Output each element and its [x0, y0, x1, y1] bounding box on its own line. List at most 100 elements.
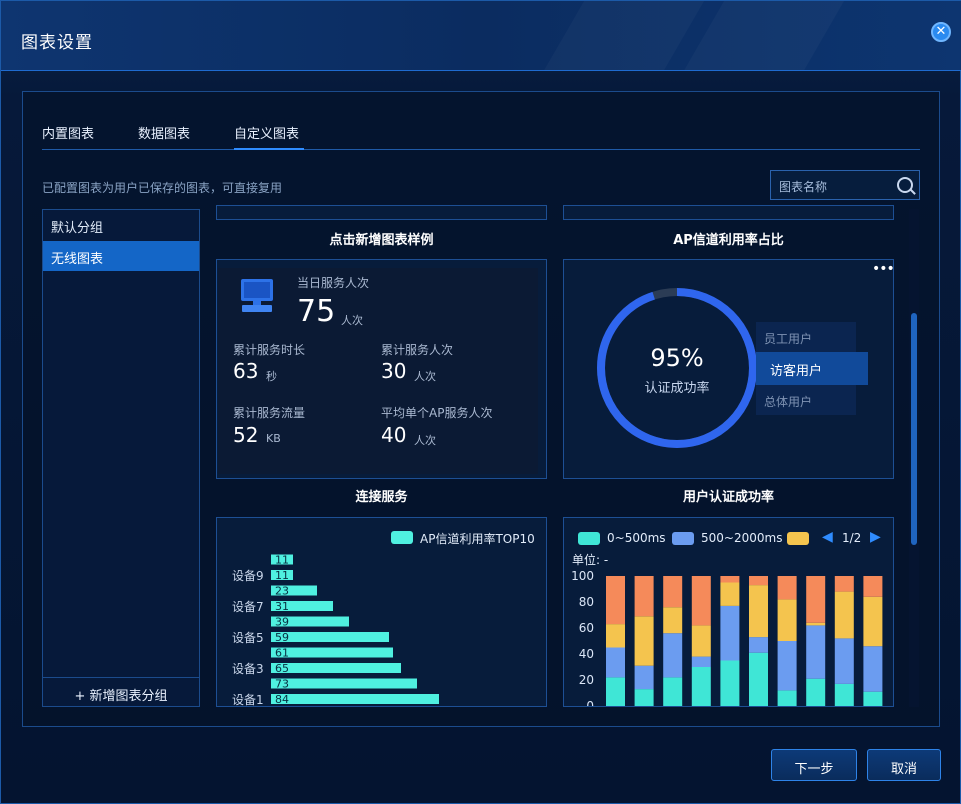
scrollbar-thumb[interactable]: [911, 313, 917, 545]
y-tick-label: 0: [586, 699, 594, 707]
stat-value: 63: [233, 359, 259, 383]
stacked-bar-segment: [834, 576, 854, 592]
tab-builtin-charts[interactable]: 内置图表: [42, 123, 94, 142]
hint-text: 已配置图表为用户已保存的图表，可直接复用: [42, 181, 283, 195]
title-bar-decoration: [526, 1, 715, 70]
bar-value-label: 73: [275, 678, 289, 691]
stacked-bar-segment: [834, 638, 854, 684]
stacked-bar-chart: 0 20 40 60 80 100: [571, 569, 883, 707]
y-tick-label: 20: [579, 673, 594, 687]
chart-card-partial[interactable]: [216, 205, 547, 220]
tab-custom-charts[interactable]: 自定义图表: [234, 123, 299, 142]
card-title-auth: 用户认证成功率: [682, 490, 774, 505]
search-placeholder: 图表名称: [779, 180, 828, 194]
stacked-bar-segment: [834, 683, 854, 706]
cancel-button[interactable]: 取消: [867, 749, 941, 781]
stacked-bar-segment: [806, 576, 826, 623]
bar-value-label: 11: [275, 569, 289, 582]
stacked-bar-segment: [634, 576, 654, 617]
computer-icon: [241, 279, 273, 312]
stacked-bar-segment: [863, 646, 883, 692]
stacked-bar-segment: [749, 652, 768, 706]
stacked-bar-segment: [720, 576, 740, 583]
bar-value-label: 23: [275, 585, 289, 598]
stacked-bar-segment: [720, 582, 740, 606]
stacked-bar-segment: [691, 656, 711, 667]
legend-item-guest[interactable]: 访客用户: [756, 352, 868, 385]
category-label: 设备9: [232, 569, 264, 583]
stacked-bar-segment: [863, 596, 883, 647]
bar: [271, 678, 417, 689]
bar-value-label: 59: [275, 631, 289, 644]
legend-item-total[interactable]: 总体用户: [756, 385, 856, 415]
bar-value-label: 11: [275, 554, 289, 567]
stacked-bar-segment: [634, 665, 654, 690]
stacked-bar-segment: [806, 622, 826, 626]
stacked-bar-segment: [749, 576, 768, 586]
tab-data-charts[interactable]: 数据图表: [138, 123, 190, 142]
stacked-bar-segment: [777, 576, 797, 600]
y-tick-label: 100: [571, 569, 594, 583]
search-icon[interactable]: [897, 177, 913, 193]
stat-value: 40: [381, 423, 407, 447]
stat-label: 平均单个AP服务人次: [381, 406, 493, 420]
stacked-bar-segment: [863, 691, 883, 706]
stacked-bar-segment: [663, 607, 683, 634]
category-label: 设备7: [232, 600, 264, 614]
add-group-button[interactable]: + 新增图表分组: [43, 677, 199, 707]
search-input[interactable]: 图表名称: [770, 170, 920, 200]
stacked-bar-segment: [863, 576, 883, 597]
stacked-bar-segment: [663, 677, 683, 706]
category-label: 设备3: [232, 662, 264, 676]
ring-percent: 95%: [650, 344, 704, 372]
today-service-unit: 人次: [341, 314, 363, 327]
chart-card-connect[interactable]: AP信道利用率TOP10 84 设备1 73 65 设备3 61 59 设备5 39 31 设备7 2…: [216, 517, 547, 707]
dialog-title: 图表设置: [21, 33, 93, 53]
chart-card-partial[interactable]: [563, 205, 894, 220]
bar-value-label: 31: [275, 600, 289, 613]
stacked-bar-segment: [606, 624, 625, 648]
stacked-bar-segment: [691, 625, 711, 657]
hbar-chart: 84 设备1 73 65 设备3 61 59 设备5 39 31 设备7 23 11 设备9 11: [232, 554, 439, 706]
stat-unit: 人次: [414, 370, 436, 383]
sidebar-item-wireless-charts[interactable]: 无线图表: [43, 241, 199, 271]
stacked-bar-segment: [720, 605, 740, 661]
y-tick-label: 80: [579, 595, 594, 609]
chart-card-auth[interactable]: 0~500ms 500~2000ms ◀ 1/2 ▶ 单位: - 0 20 40 60…: [563, 517, 894, 707]
bar: [271, 694, 439, 704]
stat-unit: KB: [266, 432, 281, 445]
stacked-bar-segment: [777, 690, 797, 706]
bar-value-label: 61: [275, 647, 289, 660]
bar-value-label: 65: [275, 662, 289, 675]
stacked-bar-segment: [663, 576, 683, 608]
close-icon[interactable]: ✕: [931, 22, 951, 42]
stacked-bar-segment: [634, 616, 654, 666]
tab-divider: [42, 149, 920, 150]
bar-value-label: 84: [275, 693, 289, 706]
stacked-bar-segment: [834, 591, 854, 639]
stat-value: 30: [381, 359, 407, 383]
ring-caption: 认证成功率: [644, 381, 710, 396]
stacked-bar-segment: [606, 677, 625, 706]
sidebar-item-default-group[interactable]: 默认分组: [43, 210, 199, 240]
stat-unit: 人次: [414, 434, 436, 447]
bar-value-label: 39: [275, 616, 289, 629]
y-tick-label: 40: [579, 647, 594, 661]
today-service-value: 75: [297, 294, 336, 329]
stacked-bar-segment: [749, 585, 768, 638]
tab-active-indicator: [234, 148, 304, 150]
stat-unit: 秒: [266, 370, 277, 383]
legend-item-staff[interactable]: 员工用户: [756, 322, 856, 352]
bar: [271, 663, 401, 673]
today-service-label: 当日服务人次: [297, 276, 370, 290]
more-icon[interactable]: •••: [872, 261, 895, 277]
stat-label: 累计服务时长: [233, 343, 306, 357]
bar: [271, 647, 393, 658]
stacked-bar-segment: [749, 637, 768, 653]
stacked-bar-segment: [606, 576, 625, 625]
stacked-bar-segment: [777, 641, 797, 691]
next-step-button[interactable]: 下一步: [771, 749, 857, 781]
stacked-bar-segment: [691, 667, 711, 706]
stacked-bar-segment: [806, 678, 826, 706]
y-tick-label: 60: [579, 621, 594, 635]
